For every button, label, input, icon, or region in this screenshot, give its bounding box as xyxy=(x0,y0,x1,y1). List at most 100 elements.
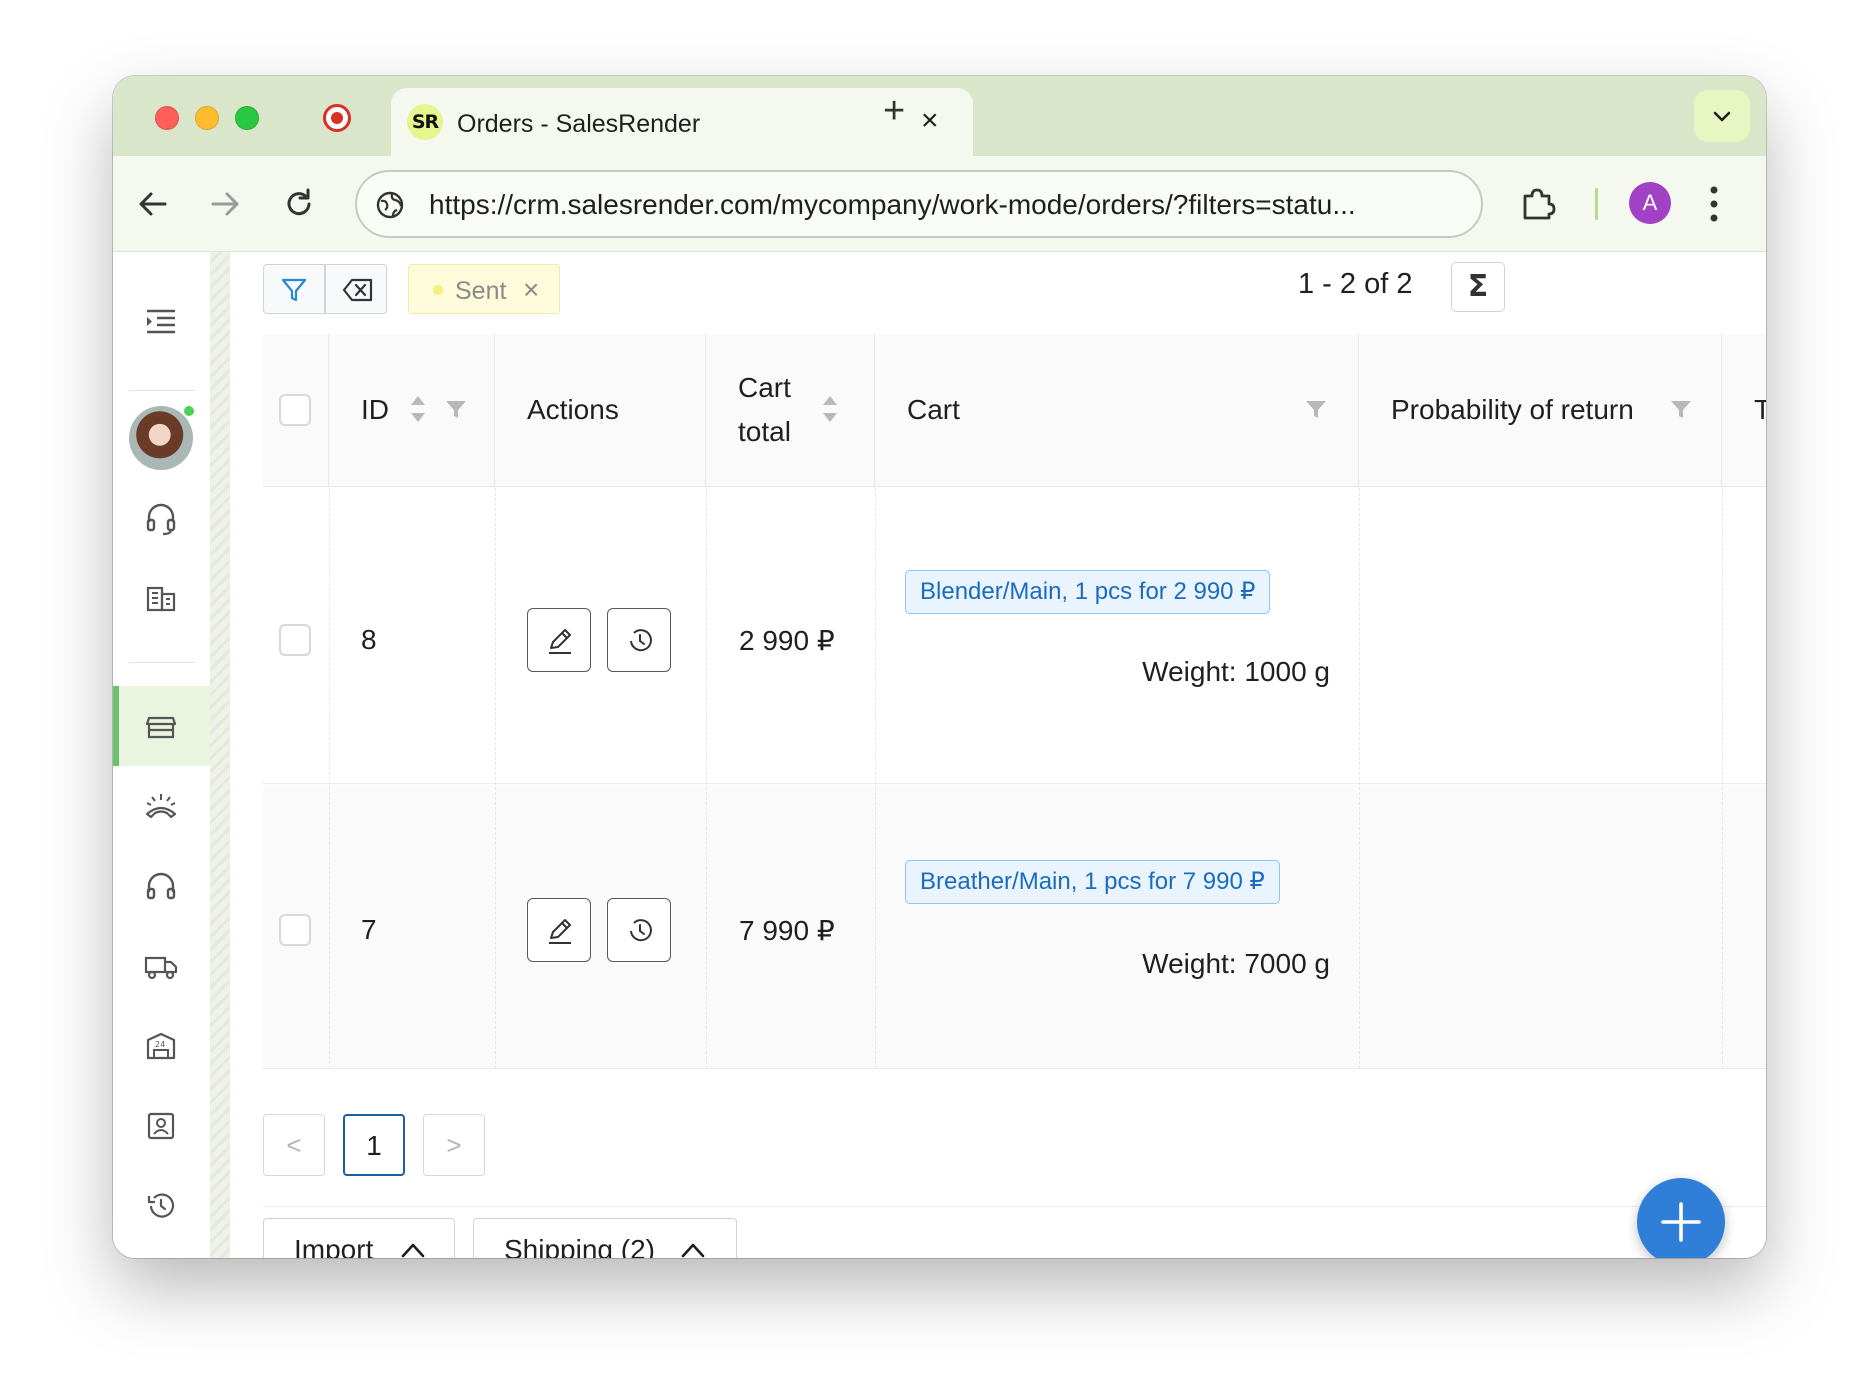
sort-icon[interactable] xyxy=(409,394,427,424)
address-bar[interactable]: https://crm.salesrender.com/mycompany/wo… xyxy=(355,170,1483,238)
truck-icon xyxy=(144,956,178,980)
sidebar-item-orders[interactable] xyxy=(113,686,210,766)
th-next-label: T xyxy=(1754,394,1766,425)
plus-icon xyxy=(1661,1202,1701,1242)
col-divider xyxy=(329,488,330,1069)
chip-label: Sent xyxy=(455,277,507,305)
chip-close-icon[interactable]: × xyxy=(523,274,539,306)
cart-total-value: 2 990 ₽ xyxy=(739,625,835,656)
status-color-dot xyxy=(433,285,443,295)
store-icon xyxy=(145,716,177,739)
orders-content: Sent × 1 - 2 of 2 Σ ID Actions Cart tota… xyxy=(230,252,1766,1258)
online-status-dot xyxy=(182,404,196,418)
edit-pencil-icon xyxy=(549,919,571,944)
bottom-divider xyxy=(263,1206,1766,1207)
maximize-window-button[interactable] xyxy=(235,106,259,130)
th-id: ID xyxy=(329,334,495,487)
order-id[interactable]: 7 xyxy=(361,914,377,946)
th-actions: Actions xyxy=(495,334,706,487)
cart-weight: Weight: 7000 g xyxy=(1142,948,1330,979)
add-order-fab[interactable] xyxy=(1637,1178,1725,1258)
history-icon xyxy=(147,1193,175,1218)
backspace-clear-icon xyxy=(342,278,373,302)
edit-pencil-icon xyxy=(549,629,571,654)
forward-arrow-icon[interactable] xyxy=(205,184,245,224)
svg-text:24: 24 xyxy=(155,1040,165,1049)
column-filter-icon[interactable] xyxy=(1305,398,1327,420)
url-text: https://crm.salesrender.com/mycompany/wo… xyxy=(429,189,1356,220)
col-divider xyxy=(706,488,707,1069)
row-checkbox[interactable] xyxy=(279,914,311,946)
sidebar-item-warehouse[interactable]: 24 xyxy=(113,1006,210,1086)
chevron-up-icon xyxy=(401,1243,425,1258)
sidebar-item-history[interactable] xyxy=(113,1166,210,1246)
history-clock-icon xyxy=(630,629,652,652)
column-filter-icon[interactable] xyxy=(1670,398,1692,420)
sidebar-item-operators[interactable] xyxy=(113,846,210,926)
sidebar-divider xyxy=(129,390,195,391)
contact-card-icon xyxy=(147,1112,175,1140)
profile-avatar[interactable]: A xyxy=(1629,182,1671,224)
sum-button[interactable]: Σ xyxy=(1451,262,1505,312)
more-vert-icon[interactable] xyxy=(1709,182,1719,226)
extensions-puzzle-icon[interactable] xyxy=(1517,182,1559,224)
row-checkbox[interactable] xyxy=(279,624,311,656)
th-cart-label: Cart xyxy=(907,394,960,425)
table-row[interactable] xyxy=(263,785,1766,1069)
edit-order-button[interactable] xyxy=(527,608,591,672)
edit-order-button[interactable] xyxy=(527,898,591,962)
status-filter-chip[interactable]: Sent × xyxy=(408,264,560,314)
order-id[interactable]: 8 xyxy=(361,624,377,656)
site-info-icon[interactable] xyxy=(375,190,405,220)
sort-icon[interactable] xyxy=(821,394,839,424)
chevron-down-icon xyxy=(1713,111,1731,122)
prev-page-button[interactable]: < xyxy=(263,1114,325,1176)
tab-title: Orders - SalesRender xyxy=(457,110,701,138)
th-probability-label: Probability of return xyxy=(1391,394,1634,425)
th-cart: Cart xyxy=(875,334,1359,487)
import-label: Import xyxy=(294,1234,374,1258)
page-1-button[interactable]: 1 xyxy=(343,1114,405,1176)
cart-item-tag[interactable]: Blender/Main, 1 pcs for 2 990 ₽ xyxy=(905,570,1271,614)
sidebar-item-delivery[interactable] xyxy=(113,926,210,1006)
back-arrow-icon[interactable] xyxy=(133,184,173,224)
filter-button[interactable] xyxy=(263,264,325,314)
chevron-up-icon xyxy=(681,1243,705,1258)
building-icon xyxy=(146,586,176,612)
select-all-checkbox[interactable] xyxy=(279,394,311,426)
tab-search-button[interactable] xyxy=(1694,90,1750,142)
sidebar-item-dialer[interactable] xyxy=(113,766,210,846)
tab-close-icon[interactable]: × xyxy=(921,106,939,136)
col-divider xyxy=(1722,488,1723,1069)
reload-icon[interactable] xyxy=(279,184,319,224)
order-history-button[interactable] xyxy=(607,898,671,962)
sidebar-item-support[interactable] xyxy=(113,478,210,558)
sidebar: 24 xyxy=(113,252,210,1258)
new-tab-plus-icon[interactable]: + xyxy=(883,92,905,130)
sidebar-item-contacts[interactable] xyxy=(113,1086,210,1166)
minimize-window-button[interactable] xyxy=(195,106,219,130)
table-row[interactable] xyxy=(263,488,1766,784)
th-cart-total-line2: total xyxy=(738,416,791,447)
sidebar-pattern xyxy=(210,252,230,1258)
shipping-button[interactable]: Shipping (2) xyxy=(473,1218,737,1258)
th-select xyxy=(263,334,329,487)
filter-funnel-icon xyxy=(281,278,307,302)
sidebar-menu-toggle[interactable] xyxy=(113,282,210,362)
close-window-button[interactable] xyxy=(155,106,179,130)
orders-table: ID Actions Cart total Cart Probability o… xyxy=(263,334,1766,1069)
cart-weight: Weight: 1000 g xyxy=(1142,656,1330,687)
th-cart-total: Cart total xyxy=(706,334,875,487)
th-actions-label: Actions xyxy=(527,394,619,425)
cart-item-tag[interactable]: Breather/Main, 1 pcs for 7 990 ₽ xyxy=(905,860,1280,904)
sidebar-item-company[interactable] xyxy=(113,558,210,638)
column-filter-icon[interactable] xyxy=(445,398,467,420)
next-page-button[interactable]: > xyxy=(423,1114,485,1176)
import-button[interactable]: Import xyxy=(263,1218,455,1258)
order-history-button[interactable] xyxy=(607,608,671,672)
screen-record-icon[interactable] xyxy=(323,104,351,132)
warehouse-24-icon: 24 xyxy=(146,1032,176,1060)
sidebar-divider-2 xyxy=(129,662,195,663)
cart-total-value: 7 990 ₽ xyxy=(739,915,835,946)
clear-filters-button[interactable] xyxy=(325,264,387,314)
